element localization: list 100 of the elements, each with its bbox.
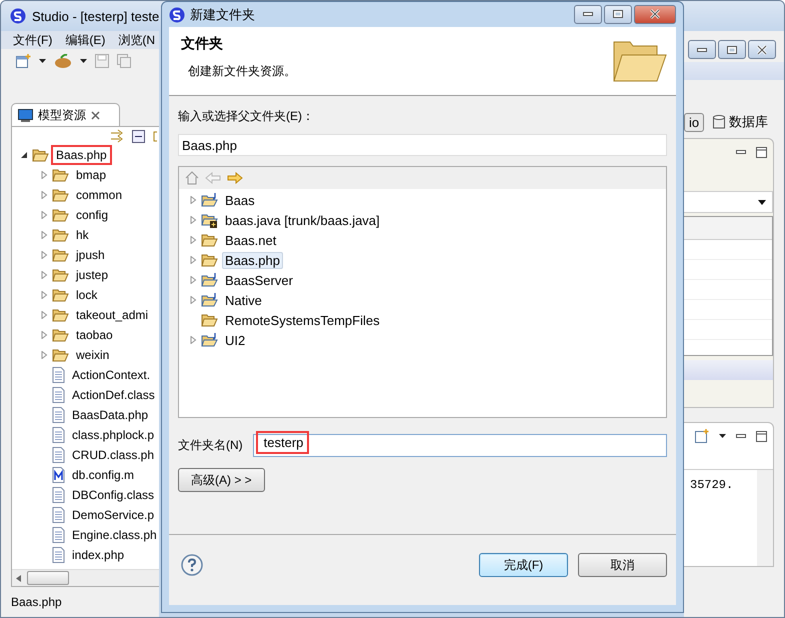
expand-arrow-icon[interactable] <box>40 171 48 179</box>
folder-icon <box>52 348 69 362</box>
tree-item[interactable]: DemoService.p <box>69 507 158 523</box>
vertical-scrollbar[interactable] <box>757 470 773 566</box>
collapse-all-icon[interactable] <box>132 130 145 142</box>
tree-item[interactable]: Baas.php <box>53 147 110 163</box>
scroll-left-icon[interactable] <box>16 574 21 582</box>
perspective-button[interactable]: 数据库 <box>708 111 774 133</box>
parent-folder-label: 输入或选择父文件夹(E)： <box>178 108 315 125</box>
expand-arrow-icon[interactable] <box>189 196 197 204</box>
status-text: Baas.php <box>10 594 63 611</box>
minimize-icon <box>697 48 707 52</box>
dropdown-arrow-icon[interactable] <box>719 434 726 438</box>
expand-arrow-icon[interactable] <box>40 211 48 219</box>
maximize-icon[interactable] <box>756 430 767 442</box>
expand-arrow-icon[interactable] <box>40 291 48 299</box>
finish-button[interactable]: 完成(F) <box>479 553 568 577</box>
dropdown-arrow-icon[interactable] <box>39 59 46 63</box>
perspective-button[interactable]: io <box>684 112 704 132</box>
close-icon[interactable] <box>91 110 100 120</box>
tree-item[interactable]: BaasData.php <box>69 407 152 423</box>
cancel-button[interactable]: 取消 <box>578 553 667 577</box>
folder-item[interactable]: Baas.php <box>222 252 283 268</box>
basket-icon[interactable] <box>54 54 72 68</box>
close-button[interactable] <box>634 4 676 24</box>
help-icon[interactable] <box>181 554 203 576</box>
tree-item[interactable]: common <box>73 187 126 203</box>
close-icon <box>649 9 661 19</box>
tree-item[interactable]: CRUD.class.ph <box>69 447 158 463</box>
forward-arrow-icon[interactable] <box>227 172 243 184</box>
panel-tab[interactable]: 模型资源 <box>11 103 120 126</box>
close-icon <box>756 44 768 54</box>
expand-arrow-icon[interactable] <box>189 236 197 244</box>
save-all-icon[interactable] <box>117 54 131 68</box>
tree-item[interactable]: Engine.class.ph <box>69 527 159 543</box>
new-file-icon[interactable] <box>695 429 709 443</box>
back-arrow-icon[interactable] <box>205 172 221 184</box>
tree-item[interactable]: DBConfig.class <box>69 487 158 503</box>
home-icon[interactable] <box>185 171 199 185</box>
folder-item[interactable]: Baas.net <box>222 232 280 248</box>
folder-item[interactable]: baas.java [trunk/baas.java] <box>222 212 383 228</box>
maximize-button[interactable] <box>718 40 746 59</box>
folder-icon <box>52 308 69 322</box>
app-logo-icon <box>10 8 26 24</box>
new-file-icon[interactable] <box>15 53 31 69</box>
tree-item[interactable]: ActionDef.class <box>69 387 158 403</box>
expand-arrow-icon[interactable] <box>40 231 48 239</box>
dropdown-field[interactable] <box>684 191 773 213</box>
tree-item[interactable]: class.phplock.p <box>69 427 158 443</box>
tree-item[interactable]: config <box>73 207 112 223</box>
menu-item[interactable]: 编辑(E) <box>65 32 106 48</box>
expand-arrow-icon[interactable] <box>189 216 197 224</box>
minimize-icon[interactable] <box>736 434 746 438</box>
menu-item[interactable]: 浏览(N <box>118 32 155 48</box>
folder-icon <box>52 288 69 302</box>
tree-item[interactable]: takeout_admi <box>73 307 152 323</box>
maximize-button[interactable] <box>604 4 632 24</box>
folder-name-label: 文件夹名(N) <box>178 437 243 454</box>
folder-icon <box>52 168 69 182</box>
menu-item[interactable]: 文件(F) <box>13 32 52 48</box>
folder-item[interactable]: UI2 <box>222 332 248 348</box>
minimize-icon <box>583 12 593 16</box>
expand-arrow-icon[interactable] <box>40 311 48 319</box>
expand-arrow-icon[interactable] <box>189 336 197 344</box>
expand-arrow-icon[interactable] <box>189 296 197 304</box>
folder-icon <box>52 188 69 202</box>
tree-item[interactable]: ActionContext. <box>69 367 154 383</box>
save-icon[interactable] <box>95 54 109 68</box>
expand-arrow-icon[interactable] <box>40 251 48 259</box>
collapse-arrow-icon[interactable] <box>20 151 28 159</box>
tree-item[interactable]: index.php <box>69 547 128 563</box>
tree-item[interactable]: justep <box>73 267 112 283</box>
expand-arrow-icon[interactable] <box>40 271 48 279</box>
tree-item[interactable]: weixin <box>73 347 112 363</box>
expand-arrow-icon[interactable] <box>40 331 48 339</box>
tree-item[interactable]: bmap <box>73 167 110 183</box>
folder-name-field[interactable]: testerp <box>252 434 667 457</box>
scrollbar-thumb[interactable] <box>27 571 69 585</box>
maximize-icon[interactable] <box>756 146 767 158</box>
close-button[interactable] <box>748 40 776 59</box>
parent-folder-field[interactable]: Baas.php <box>178 134 667 156</box>
expand-arrow-icon[interactable] <box>189 276 197 284</box>
tree-item[interactable]: hk <box>73 227 92 243</box>
expand-arrow-icon[interactable] <box>189 256 197 264</box>
folder-item[interactable]: Baas <box>222 192 258 208</box>
minimize-button[interactable] <box>688 40 716 59</box>
folder-item[interactable]: RemoteSystemsTempFiles <box>222 312 383 328</box>
advanced-button[interactable]: 高级(A) > > <box>178 468 265 492</box>
tree-item[interactable]: lock <box>73 287 100 303</box>
minimize-button[interactable] <box>574 4 602 24</box>
tree-item[interactable]: jpush <box>73 247 108 263</box>
minimize-icon[interactable] <box>736 150 746 154</box>
file-icon <box>52 547 65 563</box>
folder-item[interactable]: BaasServer <box>222 272 296 288</box>
folder-item[interactable]: Native <box>222 292 265 308</box>
dropdown-arrow-icon[interactable] <box>80 59 87 63</box>
tree-item[interactable]: db.config.m <box>69 467 138 483</box>
expand-arrow-icon[interactable] <box>40 351 48 359</box>
expand-arrow-icon[interactable] <box>40 191 48 199</box>
tree-item[interactable]: taobao <box>73 327 116 343</box>
